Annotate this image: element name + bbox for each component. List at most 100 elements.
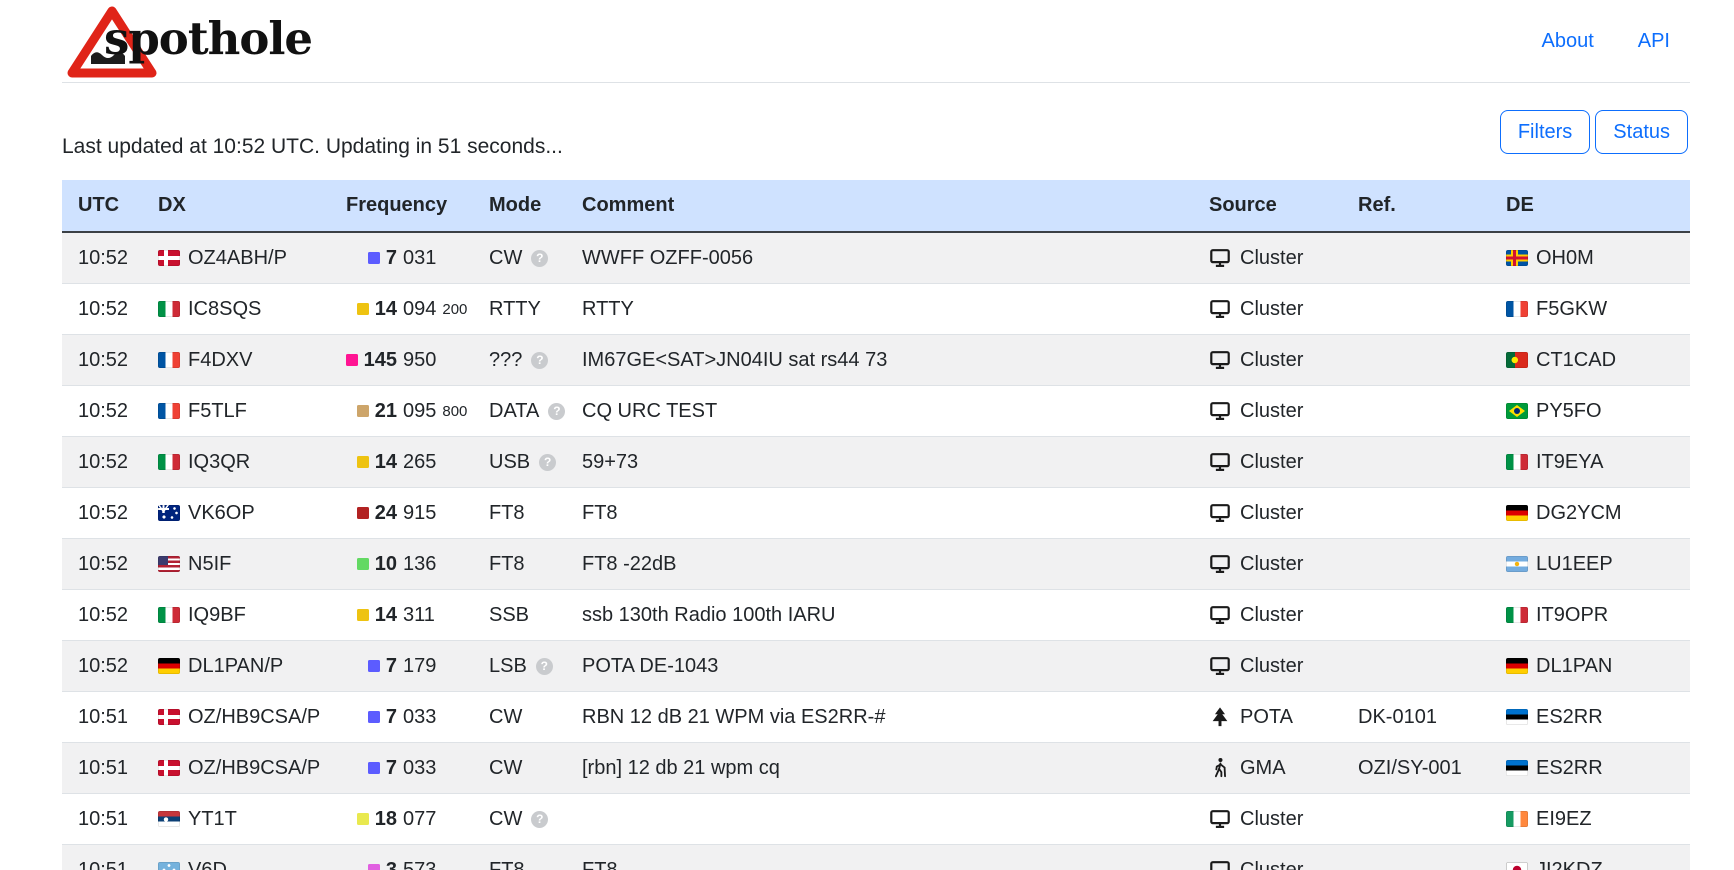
spot-dx-callsign: OZ4ABH/P (188, 247, 287, 270)
spothole-logo[interactable]: spothole (62, 0, 462, 82)
spot-utc: 10:52 (62, 655, 142, 678)
spot-comment: RTTY (566, 298, 1193, 321)
spot-mode-cell: CW (473, 706, 566, 729)
band-color-square (368, 660, 380, 672)
spot-ref: DK-0101 (1342, 706, 1490, 729)
spot-dx-callsign: OZ/HB9CSA/P (188, 757, 320, 780)
spot-comment: IM67GE<SAT>JN04IU sat rs44 73 (566, 349, 1193, 372)
spot-mode: USB (489, 451, 530, 474)
last-updated-text: Last updated at 10:52 UTC. Updating in 5… (62, 135, 563, 159)
spot-dx-callsign: F4DXV (188, 349, 252, 372)
spot-dx-callsign: OZ/HB9CSA/P (188, 706, 320, 729)
spot-dx-callsign: YT1T (188, 808, 237, 831)
spots-table: UTC DX Frequency Mode Comment Source Ref… (62, 180, 1690, 870)
spot-source-cell: Cluster (1193, 349, 1342, 372)
mode-guess-help-icon[interactable]: ? (531, 352, 548, 369)
spot-dx-callsign: V6D (188, 859, 227, 870)
flag-pt-icon (1506, 352, 1528, 368)
frequency-khz: 095 (403, 400, 436, 423)
spot-de-cell: JI2KDZ (1490, 859, 1690, 870)
monitor-icon (1209, 451, 1231, 473)
frequency-mhz: 145 (364, 349, 397, 372)
spot-comment: CQ URC TEST (566, 400, 1193, 423)
spot-mode-cell: USB? (473, 451, 566, 474)
spot-de-cell: EI9EZ (1490, 808, 1690, 831)
page-container: spothole About API Last updated at 10:52… (62, 0, 1690, 870)
spot-dx-callsign: IC8SQS (188, 298, 261, 321)
table-row: 10:52F5TLF21095800DATA?CQ URC TESTCluste… (62, 386, 1690, 437)
spot-mode: DATA (489, 400, 539, 423)
spot-source-cell: Cluster (1193, 247, 1342, 270)
spot-comment: RBN 12 dB 21 WPM via ES2RR-# (566, 706, 1193, 729)
flag-fr-icon (158, 403, 180, 419)
flag-it-icon (158, 301, 180, 317)
frequency-mhz-group: 21 (330, 400, 397, 423)
spot-comment: WWFF OZFF-0056 (566, 247, 1193, 270)
frequency-khz: 950 (403, 349, 436, 372)
spot-source-cell: GMA (1193, 757, 1342, 780)
mode-guess-help-icon[interactable]: ? (531, 250, 548, 267)
spot-frequency-cell: 14311 (330, 604, 473, 627)
frequency-khz: 033 (403, 706, 436, 729)
band-color-square (368, 252, 380, 264)
spot-de-callsign: ES2RR (1536, 706, 1603, 729)
spot-dx-cell: VK6OP (142, 502, 330, 525)
spot-source-cell: Cluster (1193, 400, 1342, 423)
band-color-square (357, 456, 369, 468)
spot-de-callsign: DL1PAN (1536, 655, 1612, 678)
table-row: 10:52IC8SQS14094200RTTYRTTYClusterF5GKW (62, 284, 1690, 335)
table-row: 10:51OZ/HB9CSA/P7033CW[rbn] 12 db 21 wpm… (62, 743, 1690, 794)
spot-frequency-cell: 7033 (330, 757, 473, 780)
spot-comment: FT8 (566, 502, 1193, 525)
status-button[interactable]: Status (1595, 110, 1688, 154)
nav-link-about[interactable]: About (1541, 30, 1593, 53)
spot-source-cell: Cluster (1193, 451, 1342, 474)
frequency-mhz-group: 7 (330, 706, 397, 729)
spot-utc: 10:52 (62, 400, 142, 423)
monitor-icon (1209, 553, 1231, 575)
frequency-mhz-group: 10 (330, 553, 397, 576)
spot-mode: FT8 (489, 553, 525, 576)
spot-source-label: Cluster (1240, 604, 1303, 627)
hiker-icon (1209, 757, 1231, 779)
spot-mode-cell: FT8 (473, 553, 566, 576)
spot-comment: ssb 130th Radio 100th IARU (566, 604, 1193, 627)
flag-br-icon (1506, 403, 1528, 419)
flag-it-icon (1506, 607, 1528, 623)
frequency-mhz: 7 (386, 655, 397, 678)
mode-guess-help-icon[interactable]: ? (539, 454, 556, 471)
spot-dx-cell: IQ9BF (142, 604, 330, 627)
table-row: 10:52F4DXV145950????IM67GE<SAT>JN04IU sa… (62, 335, 1690, 386)
frequency-mhz: 10 (375, 553, 397, 576)
frequency-khz: 094 (403, 298, 436, 321)
band-color-square (346, 354, 358, 366)
nav-link-api[interactable]: API (1638, 30, 1670, 53)
spot-frequency-cell: 24915 (330, 502, 473, 525)
spot-de-callsign: F5GKW (1536, 298, 1607, 321)
spot-de-callsign: JI2KDZ (1536, 859, 1603, 870)
spot-mode-cell: RTTY (473, 298, 566, 321)
spot-source-cell: Cluster (1193, 553, 1342, 576)
spot-mode: CW (489, 706, 522, 729)
spot-dx-callsign: DL1PAN/P (188, 655, 283, 678)
table-row: 10:52IQ3QR14265USB?59+73ClusterIT9EYA (62, 437, 1690, 488)
spot-de-callsign: DG2YCM (1536, 502, 1622, 525)
monitor-icon (1209, 808, 1231, 830)
spot-dx-cell: OZ4ABH/P (142, 247, 330, 270)
mode-guess-help-icon[interactable]: ? (548, 403, 565, 420)
spot-utc: 10:52 (62, 502, 142, 525)
spot-mode: LSB (489, 655, 527, 678)
monitor-icon (1209, 298, 1231, 320)
spot-frequency-cell: 7 033 (330, 706, 473, 729)
top-bar: spothole About API (62, 0, 1690, 83)
col-header-mode: Mode (473, 194, 566, 217)
mode-guess-help-icon[interactable]: ? (536, 658, 553, 675)
table-row: 10:52OZ4ABH/P7031CW?WWFF OZFF-0056Cluste… (62, 233, 1690, 284)
mode-guess-help-icon[interactable]: ? (531, 811, 548, 828)
spot-dx-callsign: VK6OP (188, 502, 255, 525)
frequency-mhz-group: 14 (330, 604, 397, 627)
flag-jp-icon (1506, 862, 1528, 870)
spot-source-label: Cluster (1240, 247, 1303, 270)
spot-source-label: Cluster (1240, 451, 1303, 474)
filters-button[interactable]: Filters (1500, 110, 1590, 154)
